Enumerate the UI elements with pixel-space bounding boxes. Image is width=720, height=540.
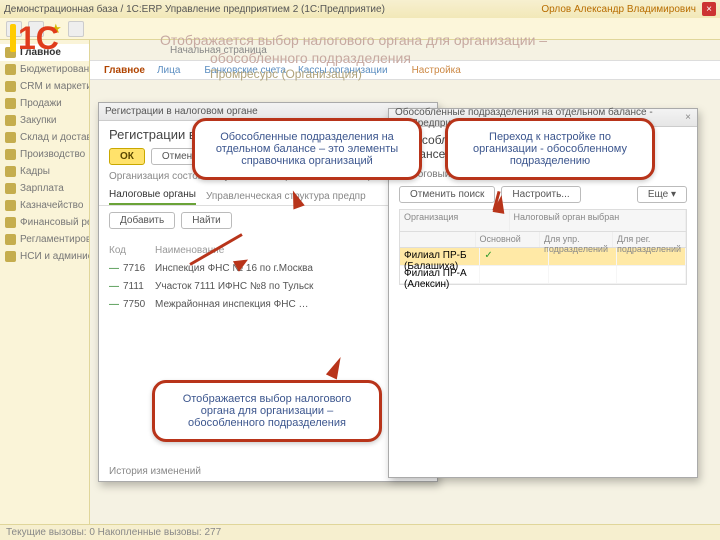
sidebar-item-label: Финансовый результат и контроллинг xyxy=(20,217,89,228)
sidebar-item[interactable]: Зарплата xyxy=(0,180,89,197)
sidebar-item-label: Казначейство xyxy=(20,200,83,211)
table-row[interactable]: —7111Участок 7111 ИФНС №8 по Тульск xyxy=(109,277,427,295)
ok-button[interactable]: ОК xyxy=(109,148,145,165)
callout-bottom: Отображается выбор налогового органа для… xyxy=(152,380,382,442)
toolbar-button[interactable] xyxy=(68,21,84,37)
overlay-text-2: обособленного подразделения xyxy=(210,50,411,66)
sidebar-item-label: Кадры xyxy=(20,166,50,177)
section-icon xyxy=(5,132,16,143)
col-selected: Налоговый орган выбран xyxy=(510,210,687,231)
sidebar-item[interactable]: Производство xyxy=(0,146,89,163)
sidebar-item[interactable]: CRM и маркетинг xyxy=(0,78,89,95)
sidebar-item-label: Регламентированный учет xyxy=(20,234,89,245)
subcol-main: Основной xyxy=(476,232,540,247)
org-grid: Организация Налоговый орган выбран Основ… xyxy=(399,209,687,285)
sidebar-item[interactable]: Продажи xyxy=(0,95,89,112)
logo-1c: 1C xyxy=(10,20,59,57)
user-label[interactable]: Орлов Александр Владимирович xyxy=(541,4,696,15)
col-name: Наименование xyxy=(155,245,427,256)
configure-button[interactable]: Настроить... xyxy=(501,186,580,203)
sidebar-item-label: CRM и маркетинг xyxy=(20,81,89,92)
sidebar-item[interactable]: Казначейство xyxy=(0,197,89,214)
section-icon xyxy=(5,64,16,75)
section-icon xyxy=(5,149,16,160)
col-org: Организация xyxy=(400,210,510,231)
add-button[interactable]: Добавить xyxy=(109,212,175,229)
status-text: Текущие вызовы: 0 Накопленные вызовы: 27… xyxy=(6,527,221,538)
window-title: Демонстрационная база / 1С:ERP Управлени… xyxy=(4,4,385,15)
callout-top: Обособленные подразделения на отдельном … xyxy=(192,118,422,180)
tab[interactable]: Главное xyxy=(104,65,145,76)
section-icon xyxy=(5,183,16,194)
subcol-mgmt: Для упр. подразделений xyxy=(540,232,613,247)
sidebar-item-label: Закупки xyxy=(20,115,56,126)
subcol-reg: Для рег. подразделений xyxy=(613,232,686,247)
sidebar-item-label: НСИ и администрирование xyxy=(20,251,89,262)
sidebar-item[interactable]: Регламентированный учет xyxy=(0,231,89,248)
col-code: Код xyxy=(109,245,155,256)
table-row[interactable]: Филиал ПР-А (Алексин) xyxy=(400,266,686,284)
titlebar: Демонстрационная база / 1С:ERP Управлени… xyxy=(0,0,720,18)
modal-title: Регистрации в налоговом органе xyxy=(105,106,258,117)
table-row[interactable]: —7716Инспекция ФНС № 16 по г.Москва xyxy=(109,259,427,277)
section-icon xyxy=(5,234,16,245)
sidebar-item[interactable]: Кадры xyxy=(0,163,89,180)
section-icon xyxy=(5,251,16,262)
section-icon xyxy=(5,81,16,92)
sidebar-item-label: Склад и доставка xyxy=(20,132,89,143)
table-row[interactable]: —7750Межрайонная инспекция ФНС … xyxy=(109,295,427,313)
history-link[interactable]: История изменений xyxy=(109,466,201,477)
sidebar: ГлавноеБюджетирование и планированиеCRM … xyxy=(0,40,90,524)
sidebar-item-label: Бюджетирование и планирование xyxy=(20,64,89,75)
section-icon xyxy=(5,217,16,228)
tax-table: Код Наименование —7716Инспекция ФНС № 16… xyxy=(99,235,437,319)
tab[interactable]: Лица xyxy=(157,65,180,76)
overlay-text-1: Отображается выбор налогового органа для… xyxy=(160,32,547,48)
more-button[interactable]: Еще ▾ xyxy=(637,186,687,203)
main-area: Начальная страница ГлавноеЛицаБанковские… xyxy=(90,40,720,524)
sidebar-item-label: Производство xyxy=(20,149,85,160)
section-icon xyxy=(5,98,16,109)
sidebar-item[interactable]: Финансовый результат и контроллинг xyxy=(0,214,89,231)
section-icon xyxy=(5,115,16,126)
section-icon xyxy=(5,166,16,177)
sidebar-item[interactable]: НСИ и администрирование xyxy=(0,248,89,265)
callout-right: Переход к настройке по организации - обо… xyxy=(445,118,655,180)
close-icon[interactable]: × xyxy=(702,2,716,16)
sidebar-item-label: Зарплата xyxy=(20,183,64,194)
sidebar-item[interactable]: Закупки xyxy=(0,112,89,129)
tab[interactable]: Настройка xyxy=(412,65,461,76)
close-icon[interactable]: × xyxy=(685,112,691,123)
tab-tax[interactable]: Налоговые органы xyxy=(109,189,196,205)
find-button[interactable]: Найти xyxy=(181,212,232,229)
cancel-search-button[interactable]: Отменить поиск xyxy=(399,186,495,203)
statusbar: Текущие вызовы: 0 Накопленные вызовы: 27… xyxy=(0,524,720,540)
tab-structure[interactable]: Управленческая структура предпр xyxy=(206,191,366,205)
sidebar-item[interactable]: Бюджетирование и планирование xyxy=(0,61,89,78)
table-row[interactable]: Филиал ПР-Б (Балашиха)✓ xyxy=(400,248,686,266)
overlay-subtext: Промресурс (Организация) xyxy=(210,67,362,81)
sidebar-item[interactable]: Склад и доставка xyxy=(0,129,89,146)
section-icon xyxy=(5,200,16,211)
sidebar-item-label: Продажи xyxy=(20,98,62,109)
